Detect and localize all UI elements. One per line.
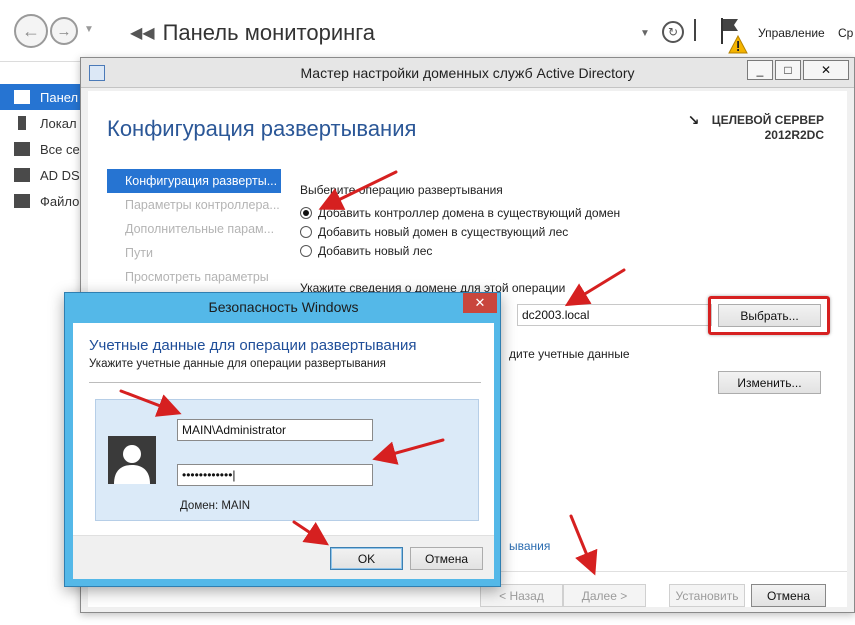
- sidebar-item-label: Панел: [40, 89, 79, 105]
- server-manager-sidebar: Панел Локал Все се AD DS Файло: [0, 84, 80, 214]
- step-dc-options: Параметры контроллера...: [125, 198, 280, 212]
- password-input[interactable]: ••••••••••••|: [177, 464, 373, 486]
- windows-security-dialog: Безопасность Windows ✕ Учетные данные дл…: [64, 292, 501, 587]
- security-close-button[interactable]: ✕: [463, 293, 497, 313]
- wizard-titlebar[interactable]: Мастер настройки доменных служб Active D…: [81, 58, 854, 88]
- user-avatar-icon: [108, 436, 156, 484]
- step-review-options: Просмотреть параметры: [125, 270, 269, 284]
- wizard-title: Мастер настройки доменных служб Active D…: [300, 65, 635, 81]
- sidebar-item-local-server[interactable]: Локал: [0, 110, 80, 136]
- tools-menu[interactable]: Ср: [838, 26, 853, 40]
- maximize-button[interactable]: □: [775, 60, 801, 80]
- close-button[interactable]: ✕: [803, 60, 849, 80]
- ad-ds-icon: [14, 168, 30, 182]
- domain-label: Домен: MAIN: [180, 500, 251, 512]
- server-icon: [18, 116, 26, 130]
- security-heading: Учетные данные для операции развертывани…: [89, 337, 417, 354]
- option-label: Добавить новый домен в существующий лес: [318, 224, 569, 239]
- manage-menu[interactable]: Управление: [758, 26, 825, 40]
- step-paths: Пути: [125, 246, 153, 260]
- step-deployment-configuration[interactable]: Конфигурация разверты...: [107, 169, 281, 193]
- next-button[interactable]: Далее >: [563, 584, 646, 607]
- sidebar-item-label: Файло: [40, 193, 80, 209]
- option-label: Добавить контроллер домена в существующи…: [318, 205, 621, 220]
- wizard-cancel-button[interactable]: Отмена: [751, 584, 826, 607]
- option-add-domain-existing-forest[interactable]: Добавить новый домен в существующий лес: [300, 222, 840, 241]
- sidebar-item-label: AD DS: [40, 167, 80, 183]
- back-arrow-icon[interactable]: ←: [14, 14, 48, 48]
- server-manager-header: ← → ▼ ◀◀ Панель мониторинга ▼ ↻ Управлени…: [0, 0, 855, 62]
- separator: [694, 19, 696, 41]
- ok-button[interactable]: OK: [330, 547, 403, 570]
- back-button[interactable]: < Назад: [480, 584, 563, 607]
- more-about-link[interactable]: ывания: [509, 539, 550, 553]
- sidebar-item-file-services[interactable]: Файло: [0, 188, 80, 214]
- radio-button[interactable]: [300, 244, 312, 257]
- option-label: Добавить новый лес: [318, 243, 433, 258]
- minimize-button[interactable]: _: [747, 60, 773, 80]
- notifications-flag-icon[interactable]: [718, 16, 748, 56]
- divider: [89, 382, 481, 383]
- title-dropdown-icon[interactable]: ▼: [640, 28, 650, 39]
- sidebar-item-all-servers[interactable]: Все се: [0, 136, 80, 162]
- security-dialog-body: Учетные данные для операции развертывани…: [73, 323, 494, 579]
- security-dialog-title: Безопасность Windows: [208, 299, 359, 315]
- forward-arrow-icon[interactable]: →: [50, 17, 78, 45]
- security-subheading: Укажите учетные данные для операции разв…: [89, 358, 386, 370]
- target-server-label: ЦЕЛЕВОЙ СЕРВЕР: [711, 113, 824, 127]
- servers-icon: [14, 142, 30, 156]
- page-title: ◀◀ Панель мониторинга: [130, 20, 375, 46]
- option-add-new-forest[interactable]: Добавить новый лес: [300, 241, 840, 260]
- step-additional-options: Дополнительные парам...: [125, 222, 275, 236]
- target-server: ↘ ЦЕЛЕВОЙ СЕРВЕР 2012R2DC: [688, 113, 824, 143]
- credentials-label: дите учетные данные: [509, 347, 630, 361]
- security-cancel-button[interactable]: Отмена: [410, 547, 483, 570]
- wizard-heading: Конфигурация развертывания: [107, 116, 417, 141]
- username-input[interactable]: MAIN\Administrator: [177, 419, 373, 441]
- option-add-dc-existing-domain[interactable]: Добавить контроллер домена в существующи…: [300, 203, 840, 222]
- wizard-steps: Конфигурация разверты... Параметры контр…: [107, 169, 281, 289]
- file-services-icon: [14, 194, 30, 208]
- mouse-cursor-icon: ↘: [687, 112, 700, 128]
- sidebar-item-ad-ds[interactable]: AD DS: [0, 162, 80, 188]
- domain-input[interactable]: dc2003.local: [517, 304, 712, 326]
- breadcrumb-chevron-icon: ◀◀: [130, 25, 155, 42]
- target-server-name: 2012R2DC: [764, 128, 824, 142]
- sidebar-item-dashboard[interactable]: Панел: [0, 84, 80, 110]
- radio-button[interactable]: [300, 225, 312, 238]
- page-title-text: Панель мониторинга: [162, 20, 376, 45]
- refresh-icon[interactable]: ↻: [662, 21, 684, 43]
- highlight-box: [708, 296, 830, 335]
- security-dialog-footer: OK Отмена: [73, 535, 494, 579]
- deployment-operation-group: Выберите операцию развертывания Добавить…: [300, 183, 840, 260]
- history-dropdown-icon[interactable]: ▼: [84, 24, 94, 35]
- sidebar-item-label: Все се: [40, 141, 80, 157]
- sidebar-item-label: Локал: [40, 115, 77, 131]
- install-button[interactable]: Установить: [669, 584, 745, 607]
- dashboard-icon: [14, 90, 30, 104]
- operation-label: Выберите операцию развертывания: [300, 183, 503, 197]
- change-credentials-button[interactable]: Изменить...: [718, 371, 821, 394]
- credential-tile: MAIN\Administrator ••••••••••••| Домен: …: [95, 399, 479, 521]
- radio-button-checked[interactable]: [300, 206, 312, 219]
